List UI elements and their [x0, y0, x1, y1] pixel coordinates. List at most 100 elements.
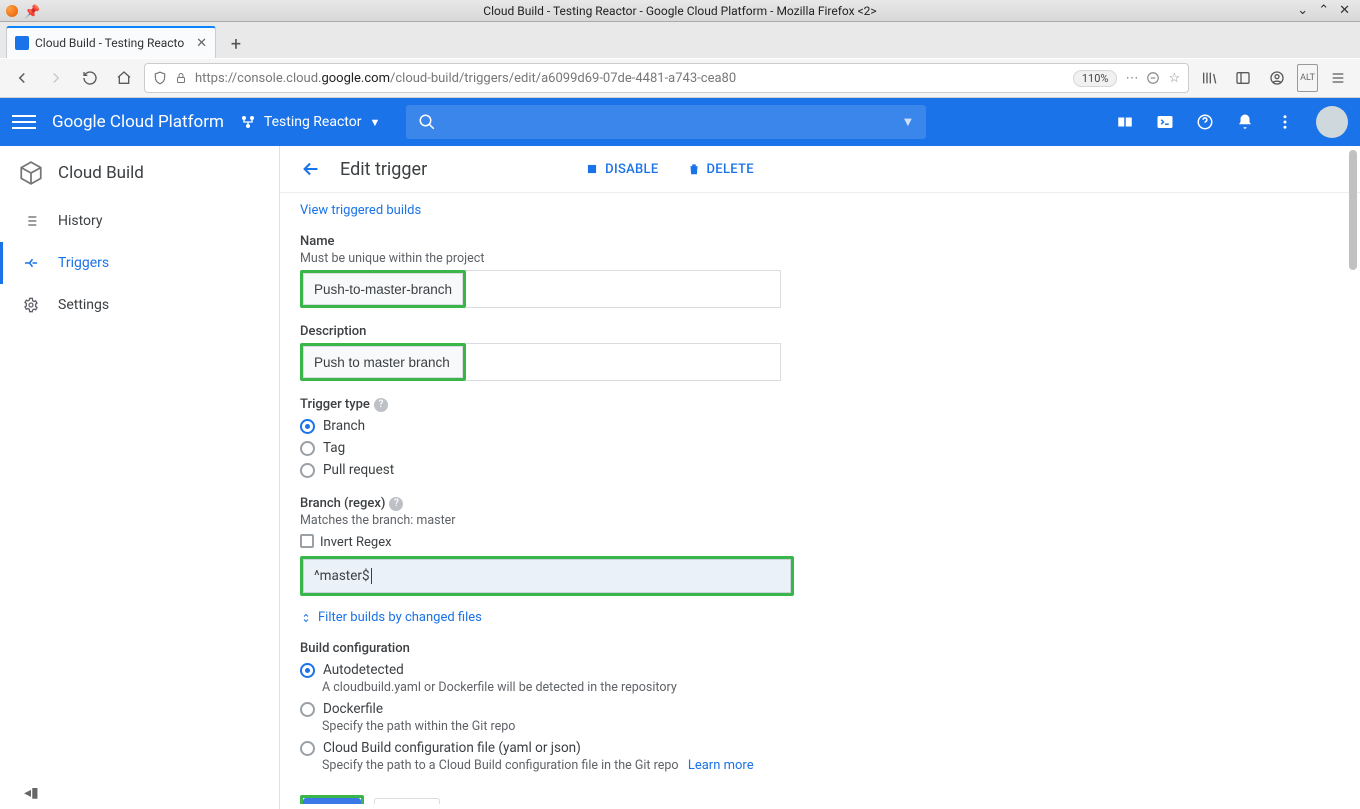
description-label: Description — [300, 324, 1340, 339]
name-input-remainder[interactable] — [466, 270, 781, 308]
free-trial-icon[interactable] — [1116, 113, 1134, 131]
sidebar-collapse-button[interactable]: ◂▮ — [24, 785, 39, 801]
browser-tabstrip: Cloud Build - Testing Reacto ✕ + — [0, 22, 1360, 58]
browser-tab-active[interactable]: Cloud Build - Testing Reacto ✕ — [6, 26, 216, 58]
trigger-type-branch[interactable]: Branch — [300, 418, 1340, 434]
cancel-button[interactable]: Cancel — [374, 798, 440, 804]
triggers-icon — [22, 254, 40, 272]
sidebar-item-label: History — [58, 213, 103, 229]
gcp-top-bar: Google Cloud Platform Testing Reactor ▼ … — [0, 98, 1360, 146]
radio-icon — [300, 663, 315, 678]
sidebar-item-label: Settings — [58, 297, 109, 313]
highlight-description — [300, 343, 466, 381]
reader-toggle-icon[interactable] — [1146, 71, 1160, 85]
url-bar[interactable]: https://console.cloud.google.com/cloud-b… — [144, 63, 1189, 93]
cloud-shell-icon[interactable] — [1156, 113, 1174, 131]
bookmark-star-icon[interactable]: ☆ — [1168, 71, 1180, 86]
sidebar-product-title: Cloud Build — [58, 163, 144, 183]
nav-home-button[interactable] — [110, 64, 138, 92]
nav-reload-button[interactable] — [76, 64, 104, 92]
text-caret — [371, 568, 372, 584]
browser-toolbar: https://console.cloud.google.com/cloud-b… — [0, 58, 1360, 98]
chevron-down-icon: ▼ — [369, 116, 380, 129]
radio-icon — [300, 702, 315, 717]
trash-icon — [687, 162, 701, 176]
trigger-description-input[interactable] — [303, 346, 463, 378]
branch-matches-text: Matches the branch: master — [300, 513, 1340, 528]
tab-favicon — [15, 36, 29, 50]
library-icon[interactable] — [1195, 64, 1223, 92]
description-input-remainder[interactable] — [466, 343, 781, 381]
search-scope-chevron-icon[interactable]: ▼ — [901, 114, 914, 130]
delete-button[interactable]: DELETE — [687, 162, 754, 177]
branch-regex-input[interactable]: ^master$ — [303, 559, 791, 593]
trigger-type-pull-request[interactable]: Pull request — [300, 462, 1340, 478]
name-label: Name — [300, 234, 1340, 249]
zoom-badge[interactable]: 110% — [1073, 70, 1118, 87]
help-tooltip-icon[interactable]: ? — [389, 497, 403, 511]
trigger-type-tag[interactable]: Tag — [300, 440, 1340, 456]
view-triggered-builds-link[interactable]: View triggered builds — [300, 203, 421, 218]
sidebar-item-settings[interactable]: Settings — [0, 284, 279, 326]
trigger-name-input[interactable] — [303, 273, 463, 305]
tab-close-icon[interactable]: ✕ — [196, 36, 207, 51]
lock-icon[interactable] — [175, 72, 187, 84]
nav-back-button[interactable] — [8, 64, 36, 92]
build-config-yaml-sub: Specify the path to a Cloud Build config… — [322, 758, 1340, 773]
nav-forward-button[interactable] — [42, 64, 70, 92]
search-icon — [418, 113, 436, 131]
checkbox-icon — [300, 534, 314, 548]
radio-icon — [300, 463, 315, 478]
notifications-icon[interactable] — [1236, 113, 1254, 131]
url-text: https://console.cloud.google.com/cloud-b… — [195, 71, 736, 86]
back-arrow-button[interactable] — [300, 158, 322, 180]
browser-menu-icon[interactable] — [1324, 64, 1352, 92]
list-icon — [22, 212, 40, 230]
more-icon[interactable] — [1276, 113, 1294, 131]
save-button[interactable]: Save — [303, 798, 361, 804]
window-title: Cloud Build - Testing Reactor - Google C… — [0, 4, 1360, 18]
page-actions-icon[interactable]: ⋯ — [1125, 71, 1138, 86]
help-tooltip-icon[interactable]: ? — [374, 398, 388, 412]
build-config-auto-sub: A cloudbuild.yaml or Dockerfile will be … — [322, 680, 1340, 695]
stop-icon — [585, 162, 599, 176]
highlight-name — [300, 270, 466, 308]
fxa-icon[interactable] — [1263, 64, 1291, 92]
vertical-scrollbar[interactable] — [1346, 146, 1358, 809]
chevron-expand-icon — [300, 612, 312, 624]
sidebar-item-history[interactable]: History — [0, 200, 279, 242]
radio-icon — [300, 741, 315, 756]
product-sidebar: Cloud Build History Triggers Settings ◂▮ — [0, 146, 280, 809]
account-avatar[interactable] — [1316, 106, 1348, 138]
help-icon[interactable] — [1196, 113, 1214, 131]
radio-icon — [300, 419, 315, 434]
gcp-nav-menu-button[interactable] — [12, 110, 36, 134]
project-name: Testing Reactor — [264, 114, 362, 130]
build-config-docker-sub: Specify the path within the Git repo — [322, 719, 1340, 734]
sidebar-toggle-icon[interactable] — [1229, 64, 1257, 92]
sidebar-item-triggers[interactable]: Triggers — [0, 242, 279, 284]
tab-label: Cloud Build - Testing Reacto — [35, 36, 190, 50]
tracking-shield-icon[interactable] — [153, 71, 167, 85]
gcp-logo-text[interactable]: Google Cloud Platform — [52, 112, 224, 132]
learn-more-link[interactable]: Learn more — [688, 758, 754, 773]
radio-icon — [300, 441, 315, 456]
invert-regex-checkbox[interactable]: Invert Regex — [300, 532, 1340, 550]
filter-builds-expander[interactable]: Filter builds by changed files — [300, 610, 1340, 625]
alt-badge-icon[interactable]: ALT — [1297, 64, 1318, 92]
new-tab-button[interactable]: + — [222, 30, 250, 58]
build-config-autodetected[interactable]: Autodetected — [300, 662, 1340, 678]
page-header: Edit trigger DISABLE DELETE — [280, 146, 1360, 193]
build-config-yaml[interactable]: Cloud Build configuration file (yaml or … — [300, 740, 1340, 756]
gcp-search[interactable]: ▼ — [406, 105, 926, 139]
name-helper: Must be unique within the project — [300, 251, 1340, 266]
os-titlebar: 📌 Cloud Build - Testing Reactor - Google… — [0, 0, 1360, 22]
sidebar-product-header[interactable]: Cloud Build — [0, 146, 279, 200]
highlight-save: Save — [300, 795, 364, 804]
branch-regex-label: Branch (regex)? — [300, 496, 1340, 511]
project-picker[interactable]: Testing Reactor ▼ — [240, 114, 380, 130]
disable-button[interactable]: DISABLE — [585, 162, 658, 177]
build-config-dockerfile[interactable]: Dockerfile — [300, 701, 1340, 717]
trigger-type-label: Trigger type? — [300, 397, 1340, 412]
sidebar-item-label: Triggers — [58, 255, 109, 271]
